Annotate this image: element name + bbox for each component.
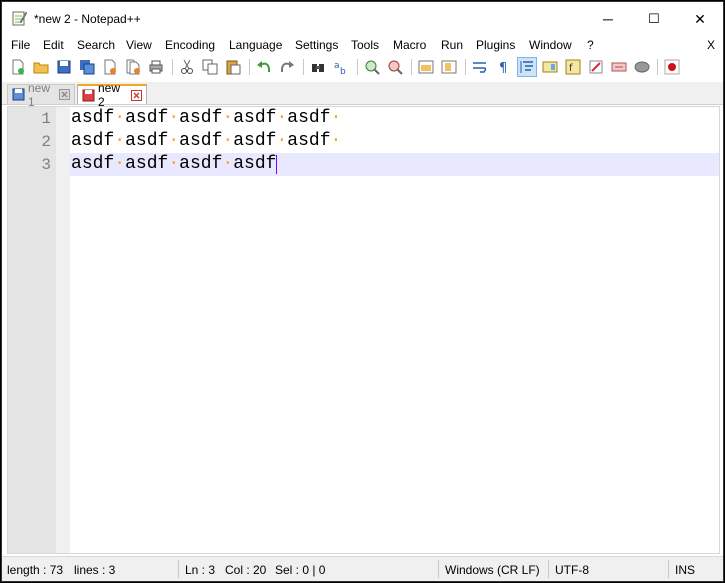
whitespace-dot: · bbox=[168, 131, 180, 151]
whitespace-dot: · bbox=[222, 154, 234, 174]
editor-area[interactable]: 1 2 3 asdf·asdf·asdf·asdf·asdf· asdf·asd… bbox=[7, 106, 720, 554]
save-all-icon[interactable] bbox=[78, 58, 96, 76]
status-line-number: Ln : 3 bbox=[185, 563, 216, 577]
monitoring-icon[interactable] bbox=[610, 58, 628, 76]
close-all-icon[interactable] bbox=[124, 58, 142, 76]
menu-run[interactable]: Run bbox=[441, 38, 463, 52]
status-column: Col : 20 bbox=[225, 563, 267, 577]
menu-tools[interactable]: Tools bbox=[351, 38, 379, 52]
paste-icon[interactable] bbox=[224, 58, 242, 76]
print-icon[interactable] bbox=[147, 58, 165, 76]
whitespace-dot: · bbox=[114, 154, 126, 174]
title-bar[interactable]: *new 2 - Notepad++ ─ ☐ ✕ bbox=[2, 2, 723, 36]
function-list-icon[interactable]: f bbox=[564, 58, 582, 76]
close-window-button[interactable]: ✕ bbox=[677, 2, 723, 36]
menu-plugins[interactable]: Plugins bbox=[476, 38, 515, 52]
menu-settings[interactable]: Settings bbox=[295, 38, 338, 52]
status-selection: Sel : 0 | 0 bbox=[275, 563, 326, 577]
code-line[interactable]: asdf·asdf·asdf·asdf·asdf· bbox=[70, 130, 719, 153]
redo-icon[interactable] bbox=[278, 58, 296, 76]
show-all-characters-icon[interactable]: ¶ bbox=[494, 58, 512, 76]
folder-workspace-icon[interactable] bbox=[587, 58, 605, 76]
code-line-text: asdf·asdf·asdf·asdf·asdf· bbox=[71, 131, 342, 151]
tab-label: new 1 bbox=[28, 80, 51, 109]
whitespace-dot: · bbox=[222, 131, 234, 151]
toolbar: ab ¶ f bbox=[2, 54, 723, 80]
text-caret bbox=[276, 155, 277, 174]
code-line-text: asdf·asdf·asdf·asdf bbox=[71, 154, 277, 174]
tab-new-2[interactable]: new 2 bbox=[77, 81, 147, 109]
line-number-gutter: 1 2 3 bbox=[8, 107, 56, 553]
menu-search[interactable]: Search bbox=[77, 38, 115, 52]
close-document-button[interactable]: X bbox=[707, 38, 715, 52]
menu-language[interactable]: Language bbox=[229, 38, 282, 52]
close-icon[interactable] bbox=[101, 58, 119, 76]
indent-guide-icon[interactable] bbox=[517, 57, 537, 77]
status-length: length : 73 bbox=[7, 563, 64, 577]
whitespace-dot: · bbox=[330, 131, 342, 151]
whitespace-dot: · bbox=[114, 108, 126, 128]
zoom-out-icon[interactable] bbox=[386, 58, 404, 76]
copy-icon[interactable] bbox=[201, 58, 219, 76]
tab-close-icon[interactable] bbox=[131, 89, 142, 101]
menu-help[interactable]: ? bbox=[587, 38, 594, 52]
notepadpp-window: *new 2 - Notepad++ ─ ☐ ✕ File Edit Searc… bbox=[1, 1, 724, 582]
status-lines: lines : 3 bbox=[74, 563, 116, 577]
tab-close-icon[interactable] bbox=[59, 89, 70, 100]
code-line-text: asdf·asdf·asdf·asdf·asdf· bbox=[71, 108, 342, 128]
menu-encoding[interactable]: Encoding bbox=[165, 38, 215, 52]
svg-text:¶: ¶ bbox=[499, 61, 507, 75]
whitespace-dot: · bbox=[330, 108, 342, 128]
macro-playback-icon[interactable] bbox=[633, 58, 651, 76]
whitespace-dot: · bbox=[168, 154, 180, 174]
tab-bar: new 1 new 2 bbox=[2, 81, 723, 109]
word-wrap-icon[interactable] bbox=[471, 58, 489, 76]
sync-horizontal-icon[interactable] bbox=[440, 58, 458, 76]
replace-icon[interactable]: ab bbox=[332, 58, 350, 76]
menu-window[interactable]: Window bbox=[529, 38, 572, 52]
svg-text:f: f bbox=[569, 63, 573, 74]
status-encoding[interactable]: UTF-8 bbox=[555, 563, 589, 577]
sync-vertical-icon[interactable] bbox=[417, 58, 435, 76]
status-bar: length : 73 lines : 3 Ln : 3 Col : 20 Se… bbox=[2, 556, 723, 581]
menu-edit[interactable]: Edit bbox=[43, 38, 64, 52]
menu-macro[interactable]: Macro bbox=[393, 38, 426, 52]
open-file-icon[interactable] bbox=[32, 58, 50, 76]
window-title: *new 2 - Notepad++ bbox=[34, 12, 141, 26]
status-insert-mode[interactable]: INS bbox=[675, 563, 695, 577]
unsaved-file-icon bbox=[82, 89, 95, 102]
new-file-icon[interactable] bbox=[9, 58, 27, 76]
line-number: 3 bbox=[41, 156, 51, 174]
whitespace-dot: · bbox=[276, 131, 288, 151]
maximize-button[interactable]: ☐ bbox=[631, 2, 677, 36]
code-line-current[interactable]: asdf·asdf·asdf·asdf bbox=[70, 153, 719, 176]
tab-new-1[interactable]: new 1 bbox=[7, 81, 75, 109]
line-number: 2 bbox=[41, 133, 51, 151]
cut-icon[interactable] bbox=[178, 58, 196, 76]
notepad-app-icon bbox=[11, 10, 28, 26]
svg-text:a: a bbox=[334, 61, 340, 71]
menu-bar: File Edit Search View Encoding Language … bbox=[2, 36, 723, 54]
fold-margin[interactable] bbox=[56, 107, 70, 553]
whitespace-dot: · bbox=[276, 108, 288, 128]
status-eol-format[interactable]: Windows (CR LF) bbox=[445, 563, 540, 577]
tab-label: new 2 bbox=[98, 81, 121, 109]
zoom-in-icon[interactable] bbox=[363, 58, 381, 76]
save-icon[interactable] bbox=[55, 58, 73, 76]
svg-text:b: b bbox=[340, 67, 346, 75]
document-map-icon[interactable] bbox=[541, 58, 559, 76]
saved-file-icon bbox=[12, 88, 25, 101]
menu-file[interactable]: File bbox=[11, 38, 30, 52]
whitespace-dot: · bbox=[222, 108, 234, 128]
whitespace-dot: · bbox=[168, 108, 180, 128]
undo-icon[interactable] bbox=[255, 58, 273, 76]
minimize-button[interactable]: ─ bbox=[585, 2, 631, 36]
macro-record-icon[interactable] bbox=[663, 58, 681, 76]
whitespace-dot: · bbox=[114, 131, 126, 151]
line-number: 1 bbox=[41, 110, 51, 128]
code-line[interactable]: asdf·asdf·asdf·asdf·asdf· bbox=[70, 107, 719, 130]
menu-view[interactable]: View bbox=[126, 38, 152, 52]
find-icon[interactable] bbox=[309, 58, 327, 76]
